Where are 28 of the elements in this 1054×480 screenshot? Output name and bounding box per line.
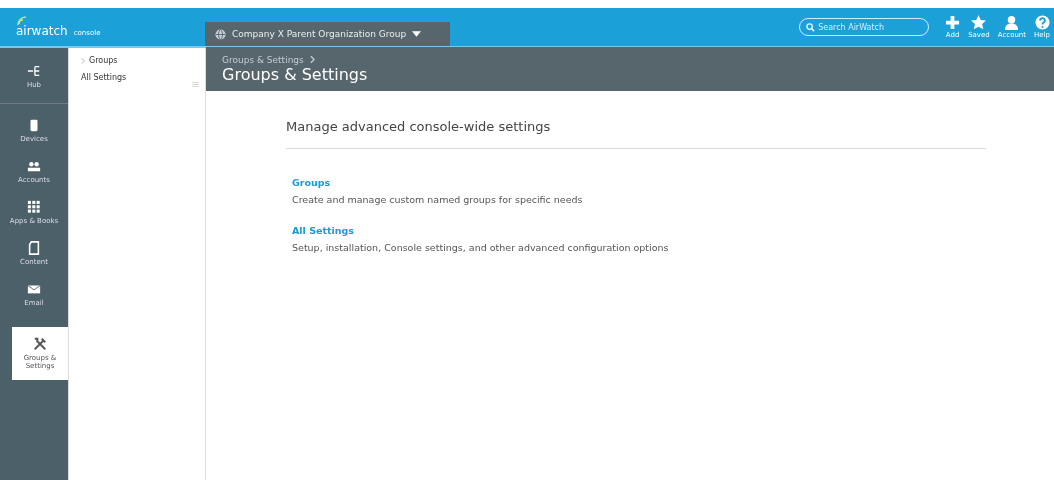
document-icon bbox=[27, 241, 41, 255]
people-icon bbox=[27, 159, 41, 173]
intro-heading: Manage advanced console-wide settings bbox=[286, 119, 552, 134]
breadcrumb-link[interactable]: Groups & Settings bbox=[222, 54, 304, 65]
section-link[interactable]: All Settings bbox=[292, 225, 354, 236]
grid-icon bbox=[27, 200, 41, 214]
chevron-icon bbox=[81, 57, 85, 64]
network-icon bbox=[27, 64, 41, 78]
section-description: Create and manage custom named groups for specific needs bbox=[292, 194, 584, 205]
section-description: Setup, installation, Console settings, and other advanced configuration options bbox=[292, 242, 670, 253]
envelope-icon bbox=[27, 282, 41, 296]
subnav-item[interactable]: All Settings bbox=[69, 69, 205, 86]
list-icon bbox=[192, 82, 199, 87]
caret-icon bbox=[412, 31, 422, 37]
help-icon bbox=[1034, 15, 1050, 30]
search-field[interactable]: Search AirWatch bbox=[799, 18, 930, 36]
globe-icon bbox=[215, 28, 226, 40]
star-icon bbox=[971, 15, 987, 30]
person-icon bbox=[1004, 15, 1020, 30]
plus-icon bbox=[945, 15, 961, 30]
tools-icon bbox=[33, 337, 47, 351]
section-link[interactable]: Groups bbox=[292, 177, 331, 188]
page-title: Groups & Settings bbox=[222, 64, 369, 84]
search-icon bbox=[806, 23, 816, 32]
subnav-item[interactable]: Groups bbox=[69, 52, 205, 69]
organization-selector[interactable]: Company X Parent Organization Group bbox=[205, 22, 450, 46]
chevron-icon bbox=[309, 56, 315, 63]
brand-name: airwatch bbox=[16, 24, 68, 38]
